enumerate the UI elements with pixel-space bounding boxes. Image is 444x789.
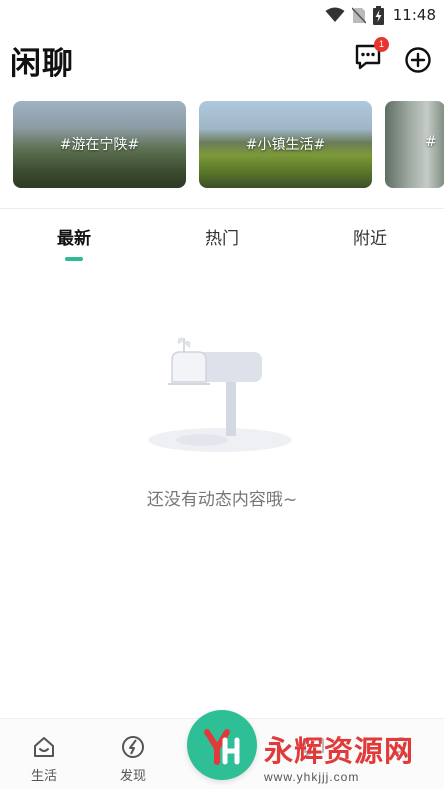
topic-card[interactable]: #游在宁陕# — [13, 101, 186, 188]
status-icons: 11:48 — [325, 4, 436, 26]
nav-profile[interactable] — [371, 734, 431, 760]
tab-nearby[interactable]: 附近 — [330, 224, 410, 249]
user-icon — [391, 737, 411, 758]
header: 闲聊 1 — [0, 36, 444, 86]
topic-card[interactable]: #小镇生活# — [199, 101, 372, 188]
nav-life[interactable]: 生活 — [14, 734, 74, 784]
empty-message: 还没有动态内容哦~ — [146, 490, 298, 510]
tab-latest[interactable]: 最新 — [34, 224, 114, 249]
battery-charging-icon — [372, 5, 384, 25]
message-badge: 1 — [374, 37, 389, 52]
tab-hot[interactable]: 热门 — [182, 224, 262, 249]
home-icon — [34, 737, 54, 757]
topic-label: #游在宁陕# — [59, 137, 140, 153]
topic-label: # — [425, 134, 437, 150]
nav-chat[interactable] — [284, 734, 344, 760]
topic-carousel[interactable]: #游在宁陕# #小镇生活# # — [13, 101, 444, 189]
chat-icon — [304, 738, 324, 757]
nav-discover[interactable]: 发现 — [103, 734, 163, 784]
publish-button[interactable] — [187, 710, 257, 780]
add-button[interactable] — [404, 46, 432, 74]
status-bar: 11:48 — [0, 0, 444, 30]
wifi-icon — [325, 7, 345, 22]
nav-label: 生活 — [30, 769, 57, 784]
page-title: 闲聊 — [10, 46, 74, 82]
compass-icon — [122, 736, 144, 758]
topic-label: #小镇生活# — [245, 137, 326, 153]
no-sim-icon — [351, 6, 366, 24]
topic-card[interactable]: # — [385, 101, 444, 188]
divider — [0, 208, 444, 209]
feed-tabs: 最新 热门 附近 — [0, 212, 444, 262]
nav-label: 发现 — [119, 769, 146, 784]
tab-indicator — [65, 257, 83, 261]
add-circle-icon — [405, 47, 431, 73]
publish-icon — [204, 729, 240, 765]
status-time: 11:48 — [392, 6, 436, 24]
mailbox-icon — [148, 337, 292, 452]
message-button[interactable]: 1 — [354, 37, 389, 75]
